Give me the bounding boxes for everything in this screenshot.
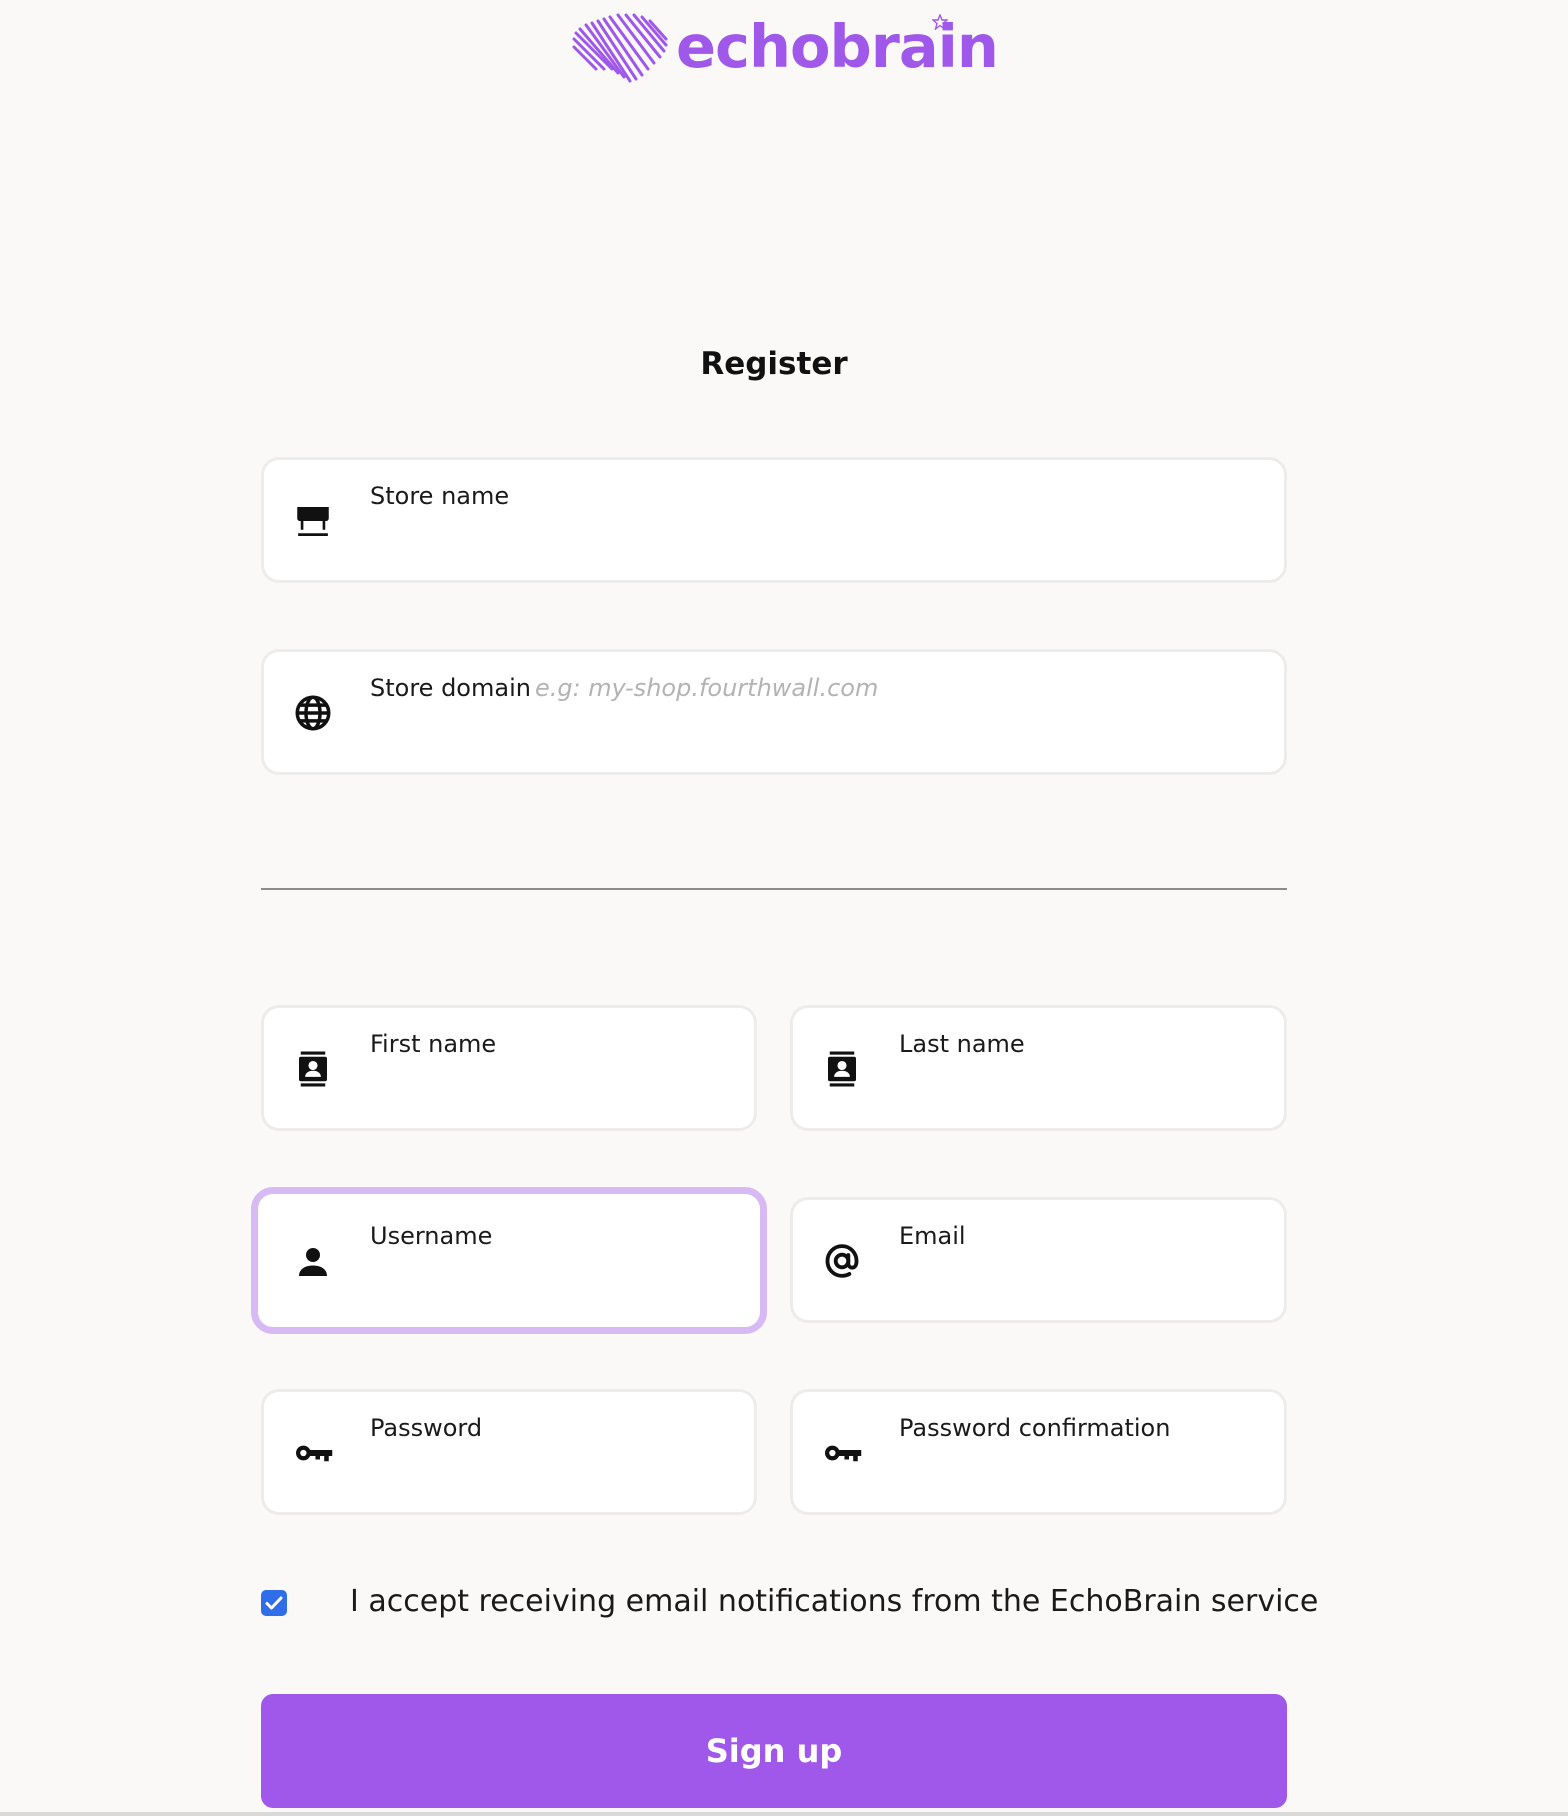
checkmark-icon <box>265 1596 283 1610</box>
last-name-input[interactable] <box>893 1078 1264 1114</box>
at-sign-icon <box>821 1240 863 1282</box>
page-title: Register <box>700 346 848 382</box>
store-domain-label: Store domain e.g: my-shop.fourthwall.com <box>370 674 878 702</box>
brand-name: echobrain <box>676 11 999 81</box>
echobrain-logo: echobrain <box>568 8 999 88</box>
bottom-divider <box>0 1812 1568 1816</box>
last-name-field[interactable]: Last name <box>790 1005 1287 1131</box>
password-field[interactable]: Password <box>261 1389 757 1515</box>
key-icon <box>821 1432 863 1474</box>
key-icon <box>292 1432 334 1474</box>
password-label: Password <box>370 1414 483 1442</box>
store-domain-input[interactable] <box>364 722 1264 758</box>
username-field[interactable]: Username <box>251 1187 767 1334</box>
sign-up-button[interactable]: Sign up <box>261 1694 1287 1808</box>
storefront-icon <box>292 500 334 542</box>
section-divider <box>261 888 1287 890</box>
username-label: Username <box>370 1222 493 1250</box>
last-name-label: Last name <box>899 1030 1025 1058</box>
password-confirmation-input[interactable] <box>893 1462 1264 1498</box>
first-name-input[interactable] <box>364 1078 734 1114</box>
first-name-label: First name <box>370 1030 497 1058</box>
first-name-field[interactable]: First name <box>261 1005 757 1131</box>
person-icon <box>292 1241 334 1283</box>
password-confirmation-field[interactable]: Password confirmation <box>790 1389 1287 1515</box>
email-input[interactable] <box>893 1270 1264 1306</box>
store-name-field[interactable]: Store name <box>261 457 1287 583</box>
username-input[interactable] <box>364 1277 740 1313</box>
register-page: echobrain Register Store name Store doma… <box>0 0 1568 1816</box>
soundwave-heart-icon <box>572 13 668 83</box>
contact-card-icon <box>292 1048 334 1090</box>
email-consent-checkbox[interactable] <box>261 1590 287 1616</box>
store-domain-label-text: Store domain <box>370 674 531 702</box>
email-field[interactable]: Email <box>790 1197 1287 1323</box>
globe-icon <box>292 692 334 734</box>
contact-card-icon <box>821 1048 863 1090</box>
password-confirmation-label: Password confirmation <box>899 1414 1171 1442</box>
email-label: Email <box>899 1222 966 1250</box>
star-icon <box>932 14 948 30</box>
store-domain-field[interactable]: Store domain e.g: my-shop.fourthwall.com <box>261 649 1287 775</box>
store-name-label: Store name <box>370 482 510 510</box>
email-consent-label[interactable]: I accept receiving email notifications f… <box>350 1584 1318 1619</box>
store-name-input[interactable] <box>364 530 1264 566</box>
store-domain-hint: e.g: my-shop.fourthwall.com <box>534 674 879 702</box>
password-input[interactable] <box>364 1462 734 1498</box>
